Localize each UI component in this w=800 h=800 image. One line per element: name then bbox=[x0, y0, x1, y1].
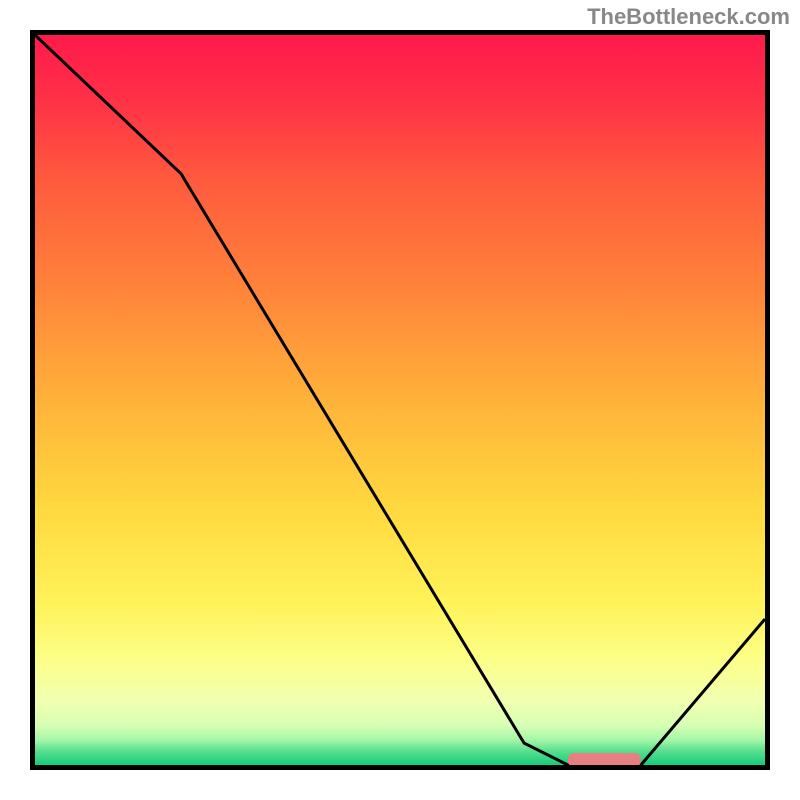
chart-plot-area bbox=[35, 35, 765, 765]
chart-curve-layer bbox=[35, 35, 765, 765]
bottleneck-curve bbox=[35, 35, 765, 765]
optimal-marker bbox=[568, 753, 641, 765]
watermark: TheBottleneck.com bbox=[587, 4, 790, 30]
chart-frame bbox=[30, 30, 770, 770]
